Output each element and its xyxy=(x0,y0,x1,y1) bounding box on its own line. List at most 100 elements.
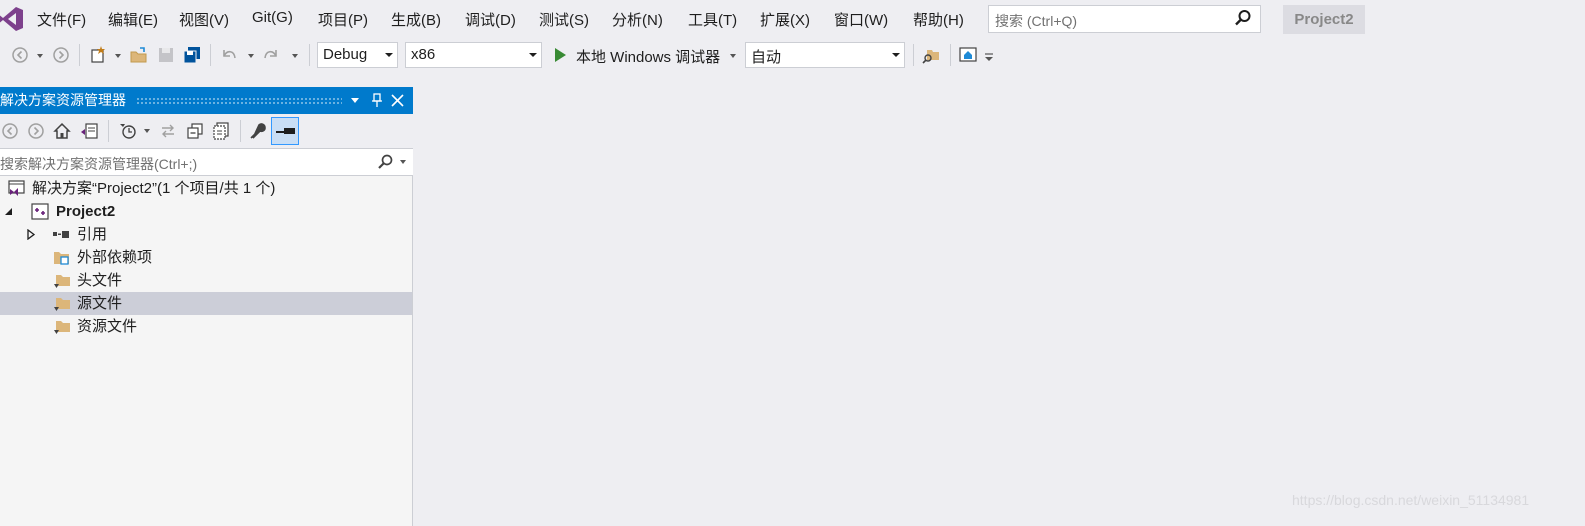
collapsed-arrow-icon[interactable] xyxy=(27,229,35,240)
chevron-down-icon xyxy=(892,53,900,57)
toolbar-separator xyxy=(210,44,211,66)
sync-with-active-document-icon[interactable] xyxy=(159,122,177,140)
quick-search-placeholder: 搜索 (Ctrl+Q) xyxy=(995,13,1078,29)
debug-mode-select[interactable]: 自动 xyxy=(745,42,905,68)
collapse-all-icon[interactable] xyxy=(186,122,204,140)
expanded-arrow-icon[interactable] xyxy=(5,208,13,216)
save-all-icon[interactable] xyxy=(183,46,201,64)
new-project-icon[interactable] xyxy=(89,46,107,64)
references-icon xyxy=(53,231,69,238)
toolbar-separator xyxy=(108,120,109,142)
find-in-files-icon[interactable] xyxy=(922,46,940,64)
search-icon[interactable] xyxy=(377,154,393,170)
solution-icon xyxy=(8,180,25,196)
new-dropdown-icon[interactable] xyxy=(115,54,121,58)
menu-project[interactable]: 项目(P) xyxy=(318,9,368,30)
title-grip xyxy=(136,97,342,105)
platform-value: x86 xyxy=(411,46,436,63)
chevron-down-icon xyxy=(529,53,537,57)
external-dependencies-label: 外部依赖项 xyxy=(77,249,153,266)
solution-search-placeholder: 搜索解决方案资源管理器(Ctrl+;) xyxy=(0,156,198,172)
redo-dropdown-icon[interactable] xyxy=(292,54,298,58)
tree-node-references[interactable]: 引用 xyxy=(0,223,412,246)
visual-studio-logo-icon[interactable] xyxy=(0,6,24,32)
cpp-project-icon xyxy=(31,203,49,220)
back-icon[interactable] xyxy=(1,122,19,140)
menu-debug[interactable]: 调试(D) xyxy=(465,9,516,30)
platform-select[interactable]: x86 xyxy=(405,42,542,68)
configuration-value: Debug xyxy=(323,46,368,63)
tree-node-header-files[interactable]: 头文件 xyxy=(0,269,412,292)
forward-icon[interactable] xyxy=(27,122,45,140)
tree-node-source-files[interactable]: 源文件 xyxy=(0,292,412,315)
toolbar-separator xyxy=(79,44,80,66)
tree-node-external-dependencies[interactable]: 外部依赖项 xyxy=(0,246,412,269)
search-icon xyxy=(1235,10,1251,26)
open-folder-icon[interactable] xyxy=(130,46,148,64)
menu-edit[interactable]: 编辑(E) xyxy=(108,9,158,30)
back-dropdown-icon[interactable] xyxy=(37,54,43,58)
home-icon[interactable] xyxy=(53,122,71,140)
pending-changes-filter-icon[interactable] xyxy=(119,122,137,140)
menu-analyze[interactable]: 分析(N) xyxy=(612,9,663,30)
panel-title: 解决方案资源管理器 xyxy=(0,92,126,108)
source-files-label: 源文件 xyxy=(77,295,123,312)
solution-explorer-toolbar xyxy=(0,114,413,148)
preview-icon xyxy=(276,128,295,134)
start-debugging-icon[interactable] xyxy=(555,48,566,62)
quick-search-input[interactable]: 搜索 (Ctrl+Q) xyxy=(988,5,1261,33)
menu-test[interactable]: 测试(S) xyxy=(539,9,589,30)
project-label: Project2 xyxy=(56,203,116,220)
external-dependencies-icon xyxy=(54,252,69,265)
menu-view[interactable]: 视图(V) xyxy=(179,9,229,30)
tree-node-solution[interactable]: 解决方案“Project2”(1 个项目/共 1 个) xyxy=(0,177,412,200)
debugger-dropdown-icon[interactable] xyxy=(730,54,736,58)
menu-build[interactable]: 生成(B) xyxy=(391,9,441,30)
filter-dropdown-icon[interactable] xyxy=(144,129,150,133)
menu-git[interactable]: Git(G) xyxy=(252,9,293,26)
standard-toolbar: Debug x86 本地 Windows 调试器 自动 xyxy=(0,38,1585,72)
chevron-down-icon xyxy=(385,53,393,57)
toolbar-separator xyxy=(950,44,951,66)
navigate-forward-icon[interactable] xyxy=(52,46,70,64)
project-name-badge: Project2 xyxy=(1283,5,1365,34)
show-all-files-icon[interactable] xyxy=(212,122,230,140)
undo-icon[interactable] xyxy=(220,46,238,64)
tree-node-resource-files[interactable]: 资源文件 xyxy=(0,315,412,338)
toolbar-separator xyxy=(913,44,914,66)
toolbar-separator xyxy=(240,120,241,142)
configuration-select[interactable]: Debug xyxy=(317,42,398,68)
menu-extensions[interactable]: 扩展(X) xyxy=(760,9,810,30)
search-options-dropdown-icon[interactable] xyxy=(400,160,406,164)
menu-file[interactable]: 文件(F) xyxy=(37,9,86,30)
toolbar-separator xyxy=(309,44,310,66)
navigate-back-icon[interactable] xyxy=(11,46,29,64)
solution-search-input[interactable]: 搜索解决方案资源管理器(Ctrl+;) xyxy=(0,148,413,176)
solution-explorer-panel: 解决方案资源管理器 搜索解决方案资源管理器(Ctrl+;) 解决方案“Proje… xyxy=(0,87,413,526)
menu-window[interactable]: 窗口(W) xyxy=(834,9,888,30)
solution-explorer-title-bar[interactable]: 解决方案资源管理器 xyxy=(0,87,413,114)
close-icon[interactable] xyxy=(391,94,404,107)
pin-icon[interactable] xyxy=(370,93,384,108)
tree-node-project[interactable]: Project2 xyxy=(0,200,412,223)
undo-dropdown-icon[interactable] xyxy=(248,54,254,58)
window-position-dropdown-icon[interactable] xyxy=(351,98,359,103)
references-label: 引用 xyxy=(77,226,108,243)
preview-selected-items-button[interactable] xyxy=(271,117,299,145)
start-debugging-button[interactable]: 本地 Windows 调试器 xyxy=(576,46,720,67)
menu-tools[interactable]: 工具(T) xyxy=(688,9,737,30)
properties-wrench-icon[interactable] xyxy=(249,122,267,140)
toolbar-options-icon[interactable] xyxy=(983,52,995,62)
header-files-label: 头文件 xyxy=(77,272,123,289)
filter-folder-icon xyxy=(54,275,70,288)
watermark-text: https://blog.csdn.net/weixin_51134981 xyxy=(1292,492,1530,508)
filter-folder-icon xyxy=(54,321,70,334)
debug-mode-value: 自动 xyxy=(751,49,782,66)
menu-help[interactable]: 帮助(H) xyxy=(913,9,964,30)
switch-views-icon[interactable] xyxy=(80,122,98,140)
menu-bar: 文件(F) 编辑(E) 视图(V) Git(G) 项目(P) 生成(B) 调试(… xyxy=(0,0,1585,38)
redo-icon[interactable] xyxy=(262,46,280,64)
solution-explorer-icon[interactable] xyxy=(959,46,977,64)
save-icon[interactable] xyxy=(157,46,175,64)
solution-label: 解决方案“Project2”(1 个项目/共 1 个) xyxy=(32,180,276,197)
